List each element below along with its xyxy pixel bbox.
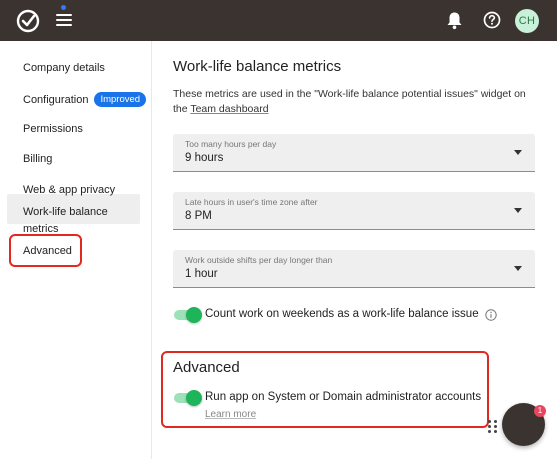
select-value: 8 PM (185, 210, 212, 222)
improved-badge: Improved (94, 92, 147, 107)
sidebar-item-work-life-balance[interactable]: Work-life balance (23, 206, 108, 218)
late-hours-select[interactable]: Late hours in user's time zone after 8 P… (173, 192, 535, 230)
drag-handle-icon[interactable] (488, 420, 498, 434)
select-value: 1 hour (185, 268, 218, 280)
select-label: Work outside shifts per day longer than (185, 255, 333, 265)
checkmark-logo[interactable] (16, 9, 40, 33)
highlight-box-advanced-nav (9, 234, 82, 267)
work-outside-shifts-select[interactable]: Work outside shifts per day longer than … (173, 250, 535, 288)
chat-notification-badge: 1 (534, 405, 546, 417)
page-description: These metrics are used in the "Work-life… (173, 87, 538, 117)
sidebar-item-web-app-privacy[interactable]: Web & app privacy (23, 184, 115, 196)
top-bar: CH (0, 0, 557, 41)
dropdown-caret-icon (514, 150, 522, 155)
help-icon[interactable] (483, 11, 501, 29)
select-value: 9 hours (185, 152, 224, 164)
select-label: Late hours in user's time zone after (185, 197, 318, 207)
select-label: Too many hours per day (185, 139, 277, 149)
weekend-toggle[interactable] (174, 307, 202, 323)
sidebar-item-company-details[interactable]: Company details (23, 62, 105, 74)
notification-dot (61, 5, 66, 10)
too-many-hours-select[interactable]: Too many hours per day 9 hours (173, 134, 535, 172)
sidebar-item-permissions[interactable]: Permissions (23, 123, 83, 135)
highlight-box-advanced-section (161, 351, 489, 428)
dropdown-caret-icon (514, 266, 522, 271)
avatar[interactable]: CH (515, 9, 539, 33)
info-icon[interactable] (485, 309, 497, 321)
sidebar-item-configuration[interactable]: Configuration Improved (23, 92, 147, 107)
bell-icon[interactable] (446, 11, 463, 30)
dropdown-caret-icon (514, 208, 522, 213)
sidebar-item-label: Configuration (23, 94, 89, 106)
weekend-toggle-label: Count work on weekends as a work-life ba… (205, 308, 479, 320)
hamburger-icon[interactable] (56, 11, 72, 29)
toggle-knob (186, 307, 202, 323)
team-dashboard-link[interactable]: Team dashboard (190, 103, 268, 115)
sidebar-item-billing[interactable]: Billing (23, 153, 52, 165)
page-title: Work-life balance metrics (173, 58, 342, 75)
